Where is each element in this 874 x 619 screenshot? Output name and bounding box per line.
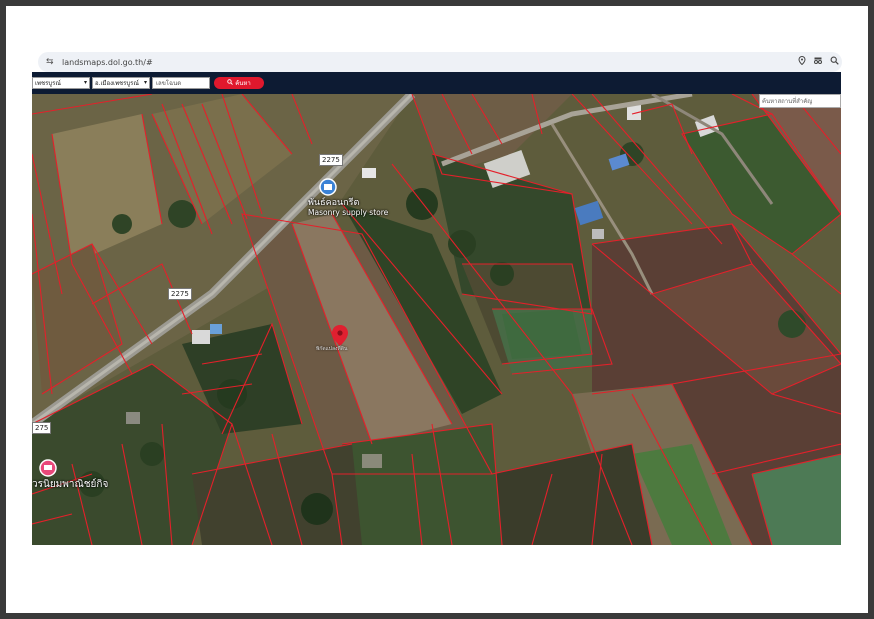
parcel-number-placeholder: เลขโฉนด: [156, 80, 182, 87]
chevron-down-icon: ▾: [83, 79, 87, 86]
incognito-icon[interactable]: [810, 57, 826, 67]
url-text[interactable]: landsmaps.dol.go.th/#: [62, 58, 794, 67]
province-select-value: เพชรบูรณ์: [35, 80, 61, 87]
location-icon[interactable]: [794, 55, 810, 68]
search-toolbar: เพชรบูรณ์ ▾ อ.เมืองเพชรบูรณ์ ▾ เลขโฉนด ค…: [32, 72, 841, 94]
search-button-label: ค้นหา: [235, 80, 251, 87]
parcel-number-input[interactable]: เลขโฉนด: [152, 77, 210, 89]
tune-icon[interactable]: ⇆: [46, 57, 58, 67]
bottom-poi-label[interactable]: วรนิยมพาณิชย์กิจ: [32, 480, 108, 490]
province-select[interactable]: เพชรบูรณ์ ▾: [32, 77, 90, 89]
pin-label: พิกัดแปลงที่ดิน: [316, 346, 348, 352]
chevron-down-icon: ▾: [143, 79, 147, 86]
store-poi-label[interactable]: พันธ์คอนกรีต Masonry supply store: [308, 198, 388, 218]
satellite-map[interactable]: ค้นหาสถานที่สำคัญ 2275 2275 275 พันธ์คอน…: [32, 94, 841, 545]
road-label: 2275: [168, 288, 192, 300]
browser-address-bar[interactable]: ⇆ landsmaps.dol.go.th/#: [38, 52, 842, 72]
district-select[interactable]: อ.เมืองเพชรบูรณ์ ▾: [92, 77, 150, 89]
road-label: 2275: [319, 154, 343, 166]
map-imagery: [32, 94, 841, 545]
store-poi-icon[interactable]: [319, 178, 337, 196]
search-button[interactable]: ค้นหา: [214, 77, 264, 89]
district-select-value: อ.เมืองเพชรบูรณ์: [95, 80, 139, 87]
map-search-placeholder: ค้นหาสถานที่สำคัญ: [762, 98, 813, 105]
road-label: 275: [32, 422, 52, 434]
search-icon[interactable]: [826, 56, 842, 68]
store-poi-subtitle: Masonry supply store: [308, 208, 389, 217]
search-icon: [227, 79, 234, 87]
store-poi-name: พันธ์คอนกรีต: [308, 198, 360, 208]
hotel-poi-icon[interactable]: [39, 459, 57, 477]
map-place-search-input[interactable]: ค้นหาสถานที่สำคัญ: [759, 94, 841, 108]
